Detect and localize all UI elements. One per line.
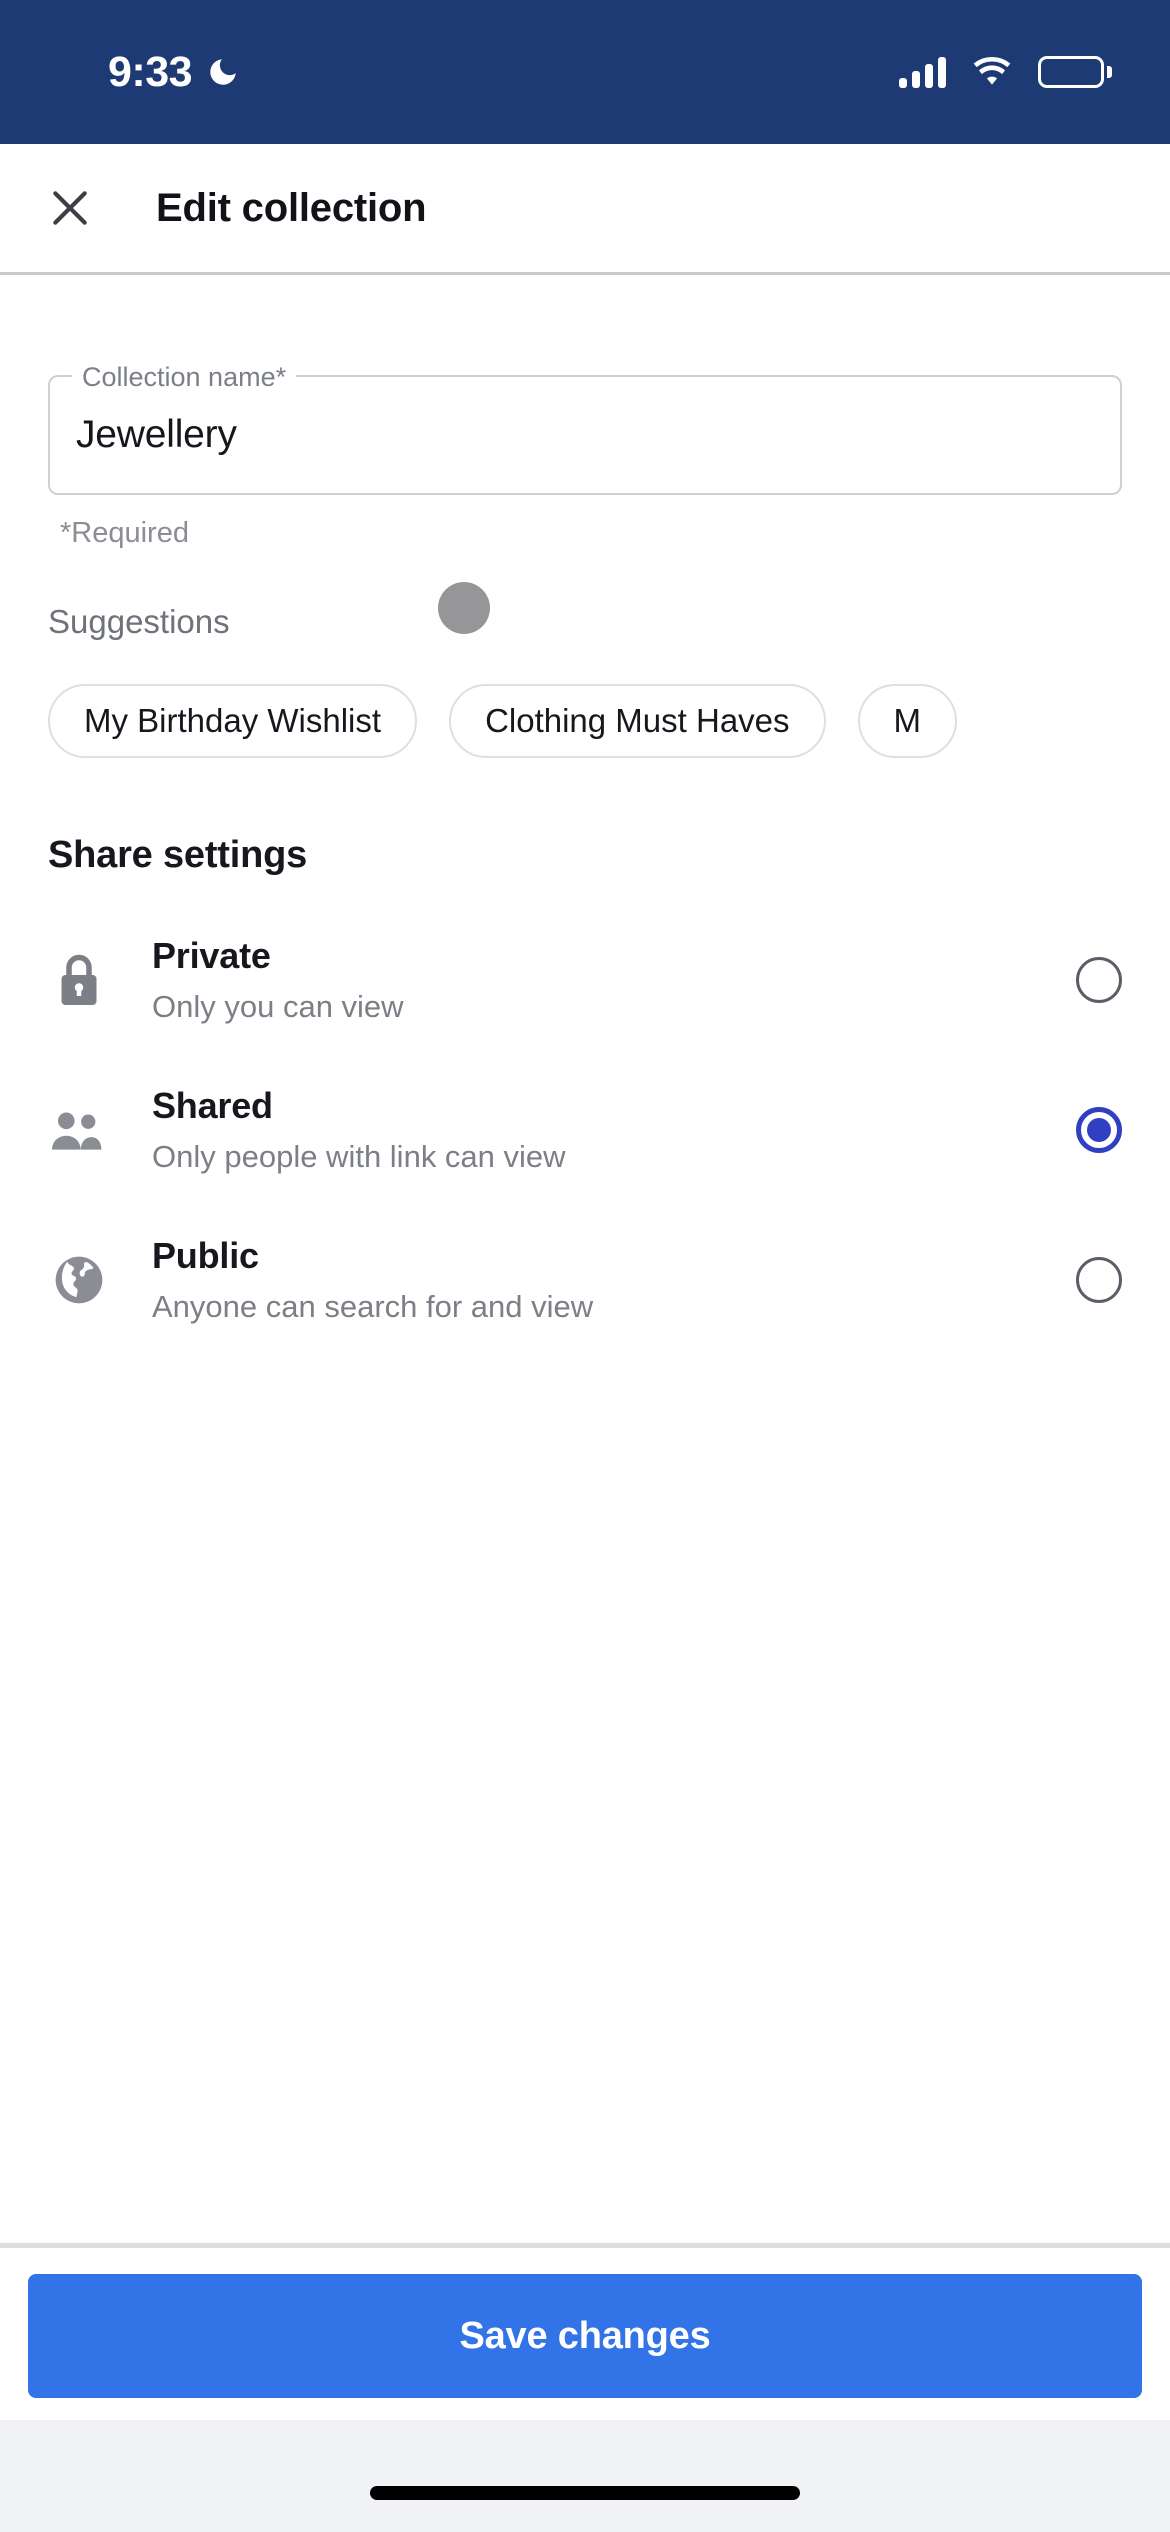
- radio-public[interactable]: [1076, 1257, 1122, 1303]
- globe-icon: [48, 1252, 110, 1308]
- collection-name-field-wrap: Collection name* Jewellery *Required: [48, 364, 1122, 550]
- suggestion-chip[interactable]: M: [857, 684, 958, 758]
- radio-private[interactable]: [1076, 957, 1122, 1003]
- battery-full-icon: [1038, 56, 1112, 88]
- status-bar-clock: 9:33: [108, 47, 193, 96]
- suggestion-chip[interactable]: Clothing Must Haves: [449, 684, 826, 758]
- cellular-signal-icon: [899, 56, 946, 88]
- share-option-private[interactable]: Private Only you can view: [0, 905, 1170, 1055]
- share-settings-options: Private Only you can view Shared Only pe…: [0, 905, 1170, 1355]
- collection-name-value: Jewellery: [76, 413, 237, 456]
- suggestion-chip[interactable]: My Birthday Wishlist: [48, 684, 418, 758]
- collection-name-label: Collection name*: [72, 364, 297, 391]
- app-screen: 9:33 Edit collection Collection name* Je…: [0, 0, 1170, 2532]
- status-bar-left: 9:33: [108, 47, 240, 96]
- share-option-title: Shared: [152, 1085, 273, 1126]
- required-helper-text: *Required: [60, 517, 189, 549]
- page-title: Edit collection: [156, 185, 427, 230]
- status-bar-right: [899, 56, 1112, 88]
- footer-bar: Save changes: [0, 2248, 1170, 2420]
- share-option-text: Private Only you can view: [152, 935, 1054, 1025]
- lock-icon: [48, 950, 110, 1010]
- share-settings-title: Share settings: [48, 834, 308, 876]
- app-header: Edit collection: [0, 144, 1170, 272]
- suggestions-row: Suggestions: [48, 582, 1122, 650]
- share-option-title: Public: [152, 1235, 259, 1276]
- share-option-title: Private: [152, 935, 271, 976]
- collection-name-input[interactable]: Collection name* Jewellery: [48, 364, 1122, 495]
- suggestion-chips: My Birthday Wishlist Clothing Must Haves…: [0, 684, 1170, 758]
- home-indicator-area: [0, 2420, 1170, 2532]
- wifi-icon: [973, 57, 1011, 85]
- suggestions-label: Suggestions: [48, 603, 230, 640]
- close-button[interactable]: [28, 166, 112, 250]
- main-content: Collection name* Jewellery *Required Sug…: [0, 275, 1170, 2243]
- share-option-subtitle: Anyone can search for and view: [152, 1289, 594, 1324]
- status-bar: 9:33: [0, 0, 1170, 144]
- share-option-public[interactable]: Public Anyone can search for and view: [0, 1205, 1170, 1355]
- share-option-shared[interactable]: Shared Only people with link can view: [0, 1055, 1170, 1205]
- radio-shared[interactable]: [1076, 1107, 1122, 1153]
- home-indicator[interactable]: [370, 2486, 800, 2500]
- share-option-text: Public Anyone can search for and view: [152, 1235, 1054, 1325]
- share-option-text: Shared Only people with link can view: [152, 1085, 1054, 1175]
- share-option-subtitle: Only people with link can view: [152, 1139, 566, 1174]
- save-changes-button[interactable]: Save changes: [28, 2274, 1142, 2398]
- people-icon: [48, 1106, 110, 1154]
- share-option-subtitle: Only you can view: [152, 989, 404, 1024]
- crescent-moon-icon: [210, 59, 236, 85]
- close-icon: [53, 191, 87, 225]
- touch-point-indicator: [438, 582, 490, 634]
